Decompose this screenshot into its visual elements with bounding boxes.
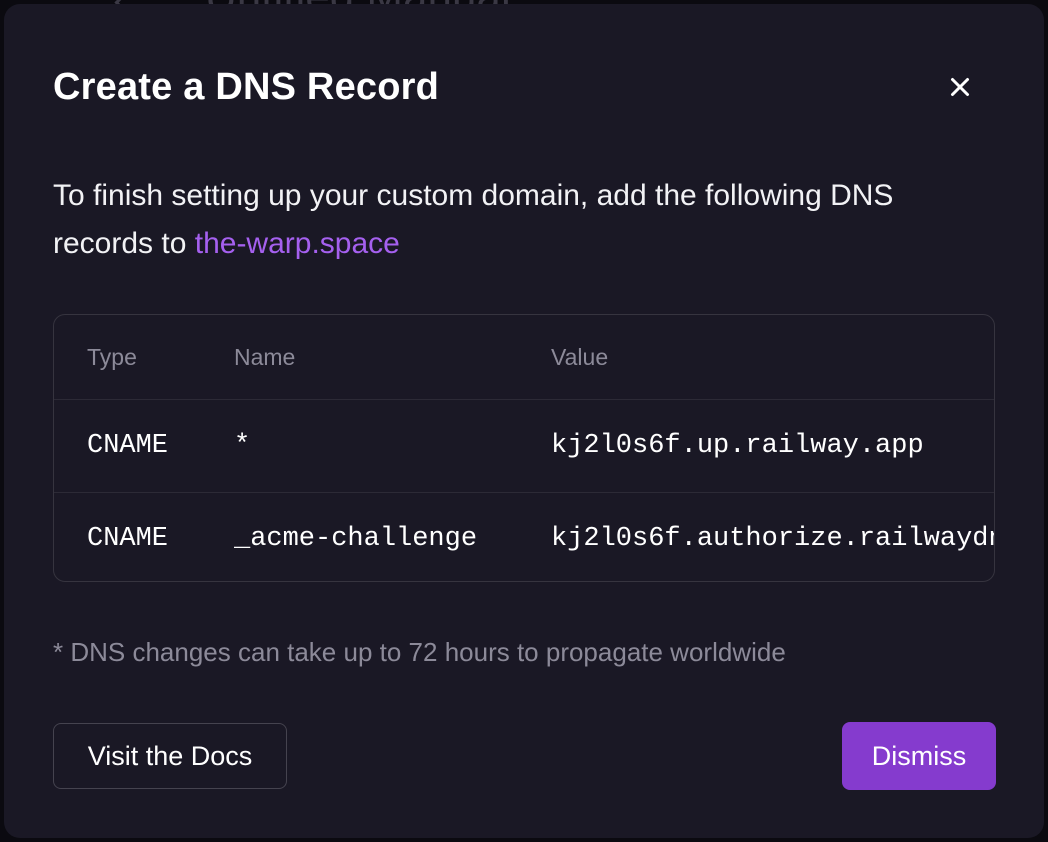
- column-header-type: Type: [54, 315, 234, 400]
- modal-title: Create a DNS Record: [53, 66, 440, 108]
- record-name-cell[interactable]: _acme-challenge: [234, 493, 551, 582]
- table-header-row: Type Name Value: [54, 315, 994, 400]
- visit-docs-button[interactable]: Visit the Docs: [53, 723, 287, 789]
- dns-records-table: Type Name Value CNAME * kj2l0s6f.up.rail…: [53, 314, 995, 582]
- modal-description: To finish setting up your custom domain,…: [53, 172, 973, 268]
- dismiss-button[interactable]: Dismiss: [842, 722, 996, 790]
- record-value-cell[interactable]: kj2l0s6f.up.railway.app: [551, 399, 994, 493]
- domain-link[interactable]: the-warp.space: [195, 227, 400, 260]
- column-header-name: Name: [234, 315, 551, 400]
- record-type-cell[interactable]: CNAME: [54, 399, 234, 493]
- table-row: CNAME _acme-challenge kj2l0s6f.authorize…: [54, 493, 994, 582]
- dns-record-modal: Create a DNS Record To finish setting up…: [4, 4, 1044, 838]
- record-name-cell[interactable]: *: [234, 399, 551, 493]
- record-type-cell[interactable]: CNAME: [54, 493, 234, 582]
- close-icon: [940, 67, 980, 107]
- table-row: CNAME * kj2l0s6f.up.railway.app: [54, 399, 994, 493]
- record-value-cell[interactable]: kj2l0s6f.authorize.railwaydns.net: [551, 493, 994, 582]
- propagation-footnote: * DNS changes can take up to 72 hours to…: [53, 637, 786, 667]
- close-button[interactable]: [940, 67, 980, 107]
- description-text: To finish setting up your custom domain,…: [53, 179, 894, 260]
- column-header-value: Value: [551, 315, 994, 400]
- dns-table: Type Name Value CNAME * kj2l0s6f.up.rail…: [54, 315, 994, 582]
